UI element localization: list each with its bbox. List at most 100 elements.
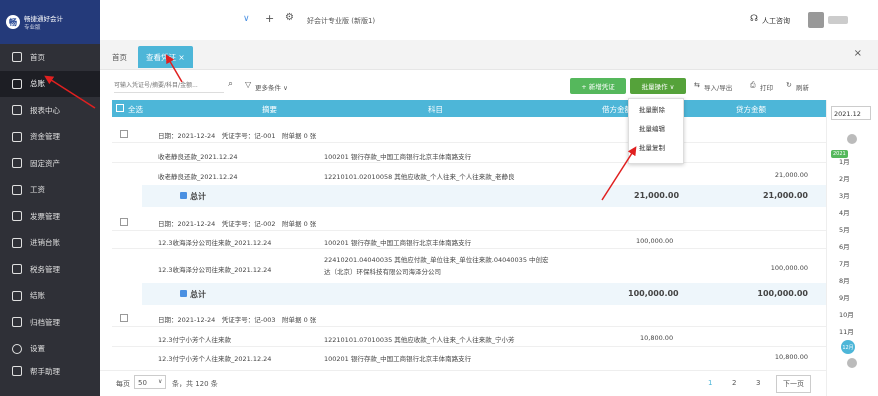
line-credit: 100,000.00 xyxy=(770,264,808,272)
sidebar-item-ledger[interactable]: 总账 xyxy=(0,70,100,97)
add-voucher-button[interactable]: + 新增凭证 xyxy=(570,78,626,94)
refresh-button[interactable]: 刷新 xyxy=(796,82,809,92)
archive-icon xyxy=(12,317,22,328)
header-select-all[interactable]: 全选 xyxy=(128,104,143,115)
sidebar-item-payroll[interactable]: 工资 xyxy=(0,177,100,204)
month-item[interactable]: 10月 xyxy=(839,309,854,319)
company-name[interactable]: 好会计专业版 (新版1) xyxy=(307,16,375,26)
voucher-1: 日期：2021-12-24 凭证字号：记-001 附单据 0 张 收老静良还款_… xyxy=(112,117,826,210)
line-credit: 21,000.00 xyxy=(774,171,808,179)
month-item[interactable]: 3月 xyxy=(839,190,850,200)
sidebar-item-closing[interactable]: 结账 xyxy=(0,283,100,310)
total-credit: 100,000.00 xyxy=(757,289,808,298)
sidebar-item-invoices[interactable]: 发票管理 xyxy=(0,203,100,230)
chevron-down-icon: ∨ xyxy=(158,378,163,385)
box-icon xyxy=(12,237,22,248)
avatar[interactable] xyxy=(808,12,824,28)
ledger-icon xyxy=(12,78,22,89)
sidebar-item-reports[interactable]: 报表中心 xyxy=(0,97,100,124)
month-item[interactable]: 8月 xyxy=(839,275,850,285)
line-summary: 12.3收海泽分公司往来款_2021.12.24 xyxy=(158,239,272,247)
voucher-header: 日期：2021-12-24 凭证字号：记-002 附单据 0 张 xyxy=(158,220,317,228)
month-item[interactable]: 1月 xyxy=(839,156,850,166)
menu-item-batch-edit[interactable]: 批量编辑 xyxy=(629,118,683,137)
app-logo[interactable]: 畅 畅捷通好会计 专业版 xyxy=(0,0,100,44)
header-summary: 摘要 xyxy=(262,105,277,114)
page-3[interactable]: 3 xyxy=(756,379,760,387)
search-icon[interactable]: ⌕ xyxy=(228,79,233,89)
tab-view-voucher[interactable]: 查看凭证 × xyxy=(138,46,193,68)
sidebar-item-assistant[interactable]: 帮手助理 xyxy=(0,362,100,380)
sidebar-item-inventory[interactable]: 进销台账 xyxy=(0,230,100,257)
search-input[interactable] xyxy=(114,79,224,93)
check-icon xyxy=(12,290,22,301)
sidebar-item-assets[interactable]: 固定资产 xyxy=(0,150,100,177)
month-item[interactable]: 6月 xyxy=(839,241,850,251)
help-button[interactable]: 人工咨询 xyxy=(762,16,790,26)
total-label: 总计 xyxy=(190,290,206,299)
voucher-header: 日期：2021-12-24 凭证字号：记-003 附单据 0 张 xyxy=(158,316,317,324)
line-debit: 100,000.00 xyxy=(636,237,674,245)
line-subject: 100201 银行存款_中国工商银行北京丰体南路支行 xyxy=(324,153,472,161)
close-icon[interactable]: × xyxy=(854,48,862,59)
month-item[interactable]: 11月 xyxy=(839,326,854,336)
voucher-checkbox[interactable] xyxy=(120,130,128,138)
month-item[interactable]: 7月 xyxy=(839,258,850,268)
wallet-icon xyxy=(12,184,22,195)
scroll-down-icon[interactable] xyxy=(847,358,857,368)
month-item[interactable]: 2月 xyxy=(839,173,850,183)
grid-header: 全选 摘要 科目 借方金额 贷方金额 xyxy=(112,100,826,117)
assistant-icon xyxy=(12,366,22,376)
divider xyxy=(112,248,826,249)
next-page-button[interactable]: 下一页 xyxy=(776,375,811,393)
sidebar: 畅 畅捷通好会计 专业版 首页 总账 报表中心 资金管理 固定资产 工资 发票管… xyxy=(0,0,100,396)
divider xyxy=(112,346,826,347)
settings-icon[interactable]: ⚙ xyxy=(285,12,294,23)
month-item[interactable]: 4月 xyxy=(839,207,850,217)
scroll-up-icon[interactable] xyxy=(847,134,857,144)
divider xyxy=(112,230,826,231)
select-all-checkbox[interactable] xyxy=(116,104,124,112)
per-page-label: 每页 xyxy=(116,380,130,388)
sidebar-item-archive[interactable]: 归档管理 xyxy=(0,309,100,336)
sidebar-item-funds[interactable]: 资金管理 xyxy=(0,124,100,151)
record-count: 条，共 120 条 xyxy=(172,380,218,388)
import-export-button[interactable]: 导入/导出 xyxy=(704,82,732,92)
line-debit: 10,800.00 xyxy=(640,334,674,342)
line-summary: 12.3收海泽分公司往来款_2021.12.24 xyxy=(158,266,272,274)
print-button[interactable]: 打印 xyxy=(760,82,773,92)
voucher-checkbox[interactable] xyxy=(120,218,128,226)
month-item[interactable]: 9月 xyxy=(839,292,850,302)
divider xyxy=(112,326,826,327)
total-debit: 100,000.00 xyxy=(628,289,679,298)
line-subject: 22410201.04040035 其他应付款_单位往来_单位往来款.04040… xyxy=(324,256,549,276)
line-summary: 收老静良还款_2021.12.24 xyxy=(158,173,238,181)
top-bar: ∨ + ⚙ 好会计专业版 (新版1) ☊ 人工咨询 xyxy=(100,0,878,40)
batch-operation-button[interactable]: 批量操作 ∨ xyxy=(630,78,686,94)
voucher-2: 日期：2021-12-24 凭证字号：记-002 附单据 0 张 12.3收海泽… xyxy=(112,210,826,308)
month-item-selected[interactable]: 12月 xyxy=(841,340,855,354)
line-subject: 100201 银行存款_中国工商银行北京丰体南路支行 xyxy=(324,239,472,247)
plus-icon[interactable]: + xyxy=(265,12,274,25)
gear-icon xyxy=(12,343,22,354)
headset-icon: ☊ xyxy=(750,14,758,24)
home-icon xyxy=(12,52,22,63)
period-input[interactable]: 2021.12 xyxy=(831,106,871,120)
page-2[interactable]: 2 xyxy=(732,379,736,387)
sidebar-item-tax[interactable]: 税务管理 xyxy=(0,256,100,283)
page-1[interactable]: 1 xyxy=(708,379,712,387)
month-item[interactable]: 5月 xyxy=(839,224,850,234)
tab-bar: 首页 查看凭证 × × xyxy=(100,40,878,70)
money-icon xyxy=(12,131,22,142)
more-conditions-button[interactable]: 更多条件 ∨ xyxy=(255,82,288,92)
line-summary: 收老静良还款_2021.12.24 xyxy=(158,153,238,161)
voucher-total-row: 总计 100,000.00 100,000.00 xyxy=(142,283,826,305)
menu-item-batch-copy[interactable]: 批量复制 xyxy=(629,137,683,156)
sidebar-item-settings[interactable]: 设置 xyxy=(0,336,100,363)
sidebar-item-home[interactable]: 首页 xyxy=(0,44,100,71)
print-icon: ⎙ xyxy=(750,81,756,89)
menu-item-batch-delete[interactable]: 批量删除 xyxy=(629,99,683,118)
voucher-checkbox[interactable] xyxy=(120,314,128,322)
tab-home[interactable]: 首页 xyxy=(104,46,135,68)
chevron-down-icon[interactable]: ∨ xyxy=(243,14,250,24)
